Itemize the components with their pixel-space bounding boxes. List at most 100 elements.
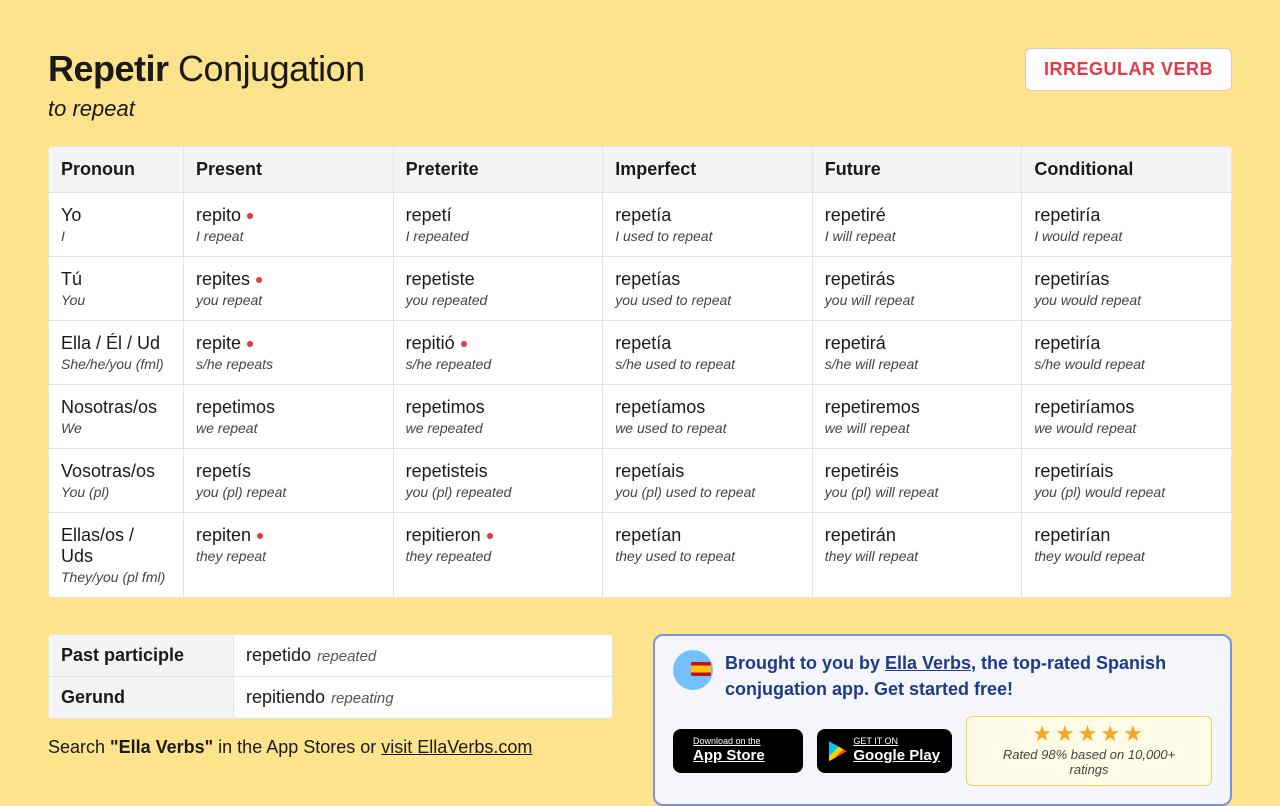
- googleplay-badge[interactable]: GET IT ON Google Play: [817, 729, 952, 773]
- promo-top: Brought to you by Ella Verbs, the top-ra…: [673, 650, 1212, 702]
- conjugation-en: you would repeat: [1034, 292, 1219, 308]
- conjugation-en: I would repeat: [1034, 228, 1219, 244]
- participles-table: Past participlerepetidorepeatedGerundrep…: [48, 634, 613, 719]
- conjugation-en: you (pl) repeated: [406, 484, 591, 500]
- conjugation-cell: repetiremos we will repeat: [812, 385, 1022, 449]
- conjugation-cell: repetías/he used to repeat: [603, 321, 813, 385]
- conjugation-es: repetirían: [1034, 525, 1219, 546]
- conjugation-es: repetiremos: [825, 397, 1010, 418]
- conjugation-es: repetiréis: [825, 461, 1010, 482]
- conjugation-en: s/he repeated: [406, 356, 591, 372]
- conjugation-en: you repeated: [406, 292, 591, 308]
- bottom-row: Past participlerepetidorepeatedGerundrep…: [48, 634, 1232, 806]
- conjugation-en: you will repeat: [825, 292, 1010, 308]
- pronoun-es: Ellas/os / Uds: [61, 525, 171, 567]
- ellaverbs-promo-link[interactable]: Ella Verbs: [885, 653, 971, 673]
- conjugation-en: they would repeat: [1034, 548, 1219, 564]
- conjugation-en: I will repeat: [825, 228, 1010, 244]
- conjugation-es: repetiste: [406, 269, 591, 290]
- column-header: Preterite: [393, 147, 603, 193]
- irregular-badge: IRREGULAR VERB: [1025, 48, 1232, 91]
- conjugation-cell: repetíI repeated: [393, 193, 603, 257]
- conjugation-es: repetiría: [1034, 333, 1219, 354]
- conjugation-cell: repetirás you will repeat: [812, 257, 1022, 321]
- verb-translation: to repeat: [48, 96, 365, 122]
- pronoun-cell: YoI: [49, 193, 184, 257]
- conjugation-es: repetíais: [615, 461, 800, 482]
- conjugation-cell: repetían they used to repeat: [603, 513, 813, 598]
- column-header: Present: [184, 147, 394, 193]
- table-row: Ellas/os / UdsThey/you (pl fml)repitenth…: [49, 513, 1232, 598]
- column-header: Pronoun: [49, 147, 184, 193]
- conjugation-table: PronounPresentPreteriteImperfectFutureCo…: [48, 146, 1232, 598]
- left-column: Past participlerepetidorepeatedGerundrep…: [48, 634, 613, 758]
- conjugation-es: repetíamos: [615, 397, 800, 418]
- column-header: Future: [812, 147, 1022, 193]
- promo-text: Brought to you by Ella Verbs, the top-ra…: [725, 650, 1212, 702]
- conjugation-es: repites: [196, 269, 381, 290]
- conjugation-cell: repitenthey repeat: [184, 513, 394, 598]
- verb-name: Repetir: [48, 48, 169, 89]
- conjugation-en: I repeated: [406, 228, 591, 244]
- play-big: Google Play: [853, 747, 940, 765]
- rating-text: Rated 98% based on 10,000+ ratings: [983, 747, 1195, 777]
- conjugation-en: s/he repeats: [196, 356, 381, 372]
- conjugation-cell: repetiríasyou would repeat: [1022, 257, 1232, 321]
- conjugation-en: s/he will repeat: [825, 356, 1010, 372]
- conjugation-es: repetía: [615, 205, 800, 226]
- promo-box: Brought to you by Ella Verbs, the top-ra…: [653, 634, 1232, 806]
- page-title: Repetir Conjugation: [48, 48, 365, 90]
- conjugation-es: repetiré: [825, 205, 1010, 226]
- search-middle: in the App Stores or: [213, 737, 381, 757]
- conjugation-cell: repetiríaisyou (pl) would repeat: [1022, 449, 1232, 513]
- conjugation-cell: repitesyou repeat: [184, 257, 394, 321]
- ellaverbs-link[interactable]: visit EllaVerbs.com: [381, 737, 532, 757]
- conjugation-en: we will repeat: [825, 420, 1010, 436]
- conjugation-es: repetiríamos: [1034, 397, 1219, 418]
- appstore-small: Download on the: [693, 737, 765, 747]
- conjugation-cell: repetimoswe repeated: [393, 385, 603, 449]
- conjugation-es: repitieron: [406, 525, 591, 546]
- conjugation-cell: repetirían they would repeat: [1022, 513, 1232, 598]
- pronoun-es: Yo: [61, 205, 171, 226]
- participle-label: Gerund: [49, 677, 234, 719]
- conjugation-es: repitió: [406, 333, 591, 354]
- pronoun-es: Ella / Él / Ud: [61, 333, 171, 354]
- conjugation-es: repetimos: [196, 397, 381, 418]
- participle-en: repeating: [331, 690, 394, 707]
- conjugation-en: s/he would repeat: [1034, 356, 1219, 372]
- conjugation-cell: repetiste you repeated: [393, 257, 603, 321]
- header: Repetir Conjugation to repeat IRREGULAR …: [48, 48, 1232, 122]
- search-line: Search "Ella Verbs" in the App Stores or…: [48, 737, 613, 758]
- conjugation-en: they used to repeat: [615, 548, 800, 564]
- appstore-badge[interactable]: Download on the App Store: [673, 729, 803, 773]
- conjugation-cell: repetimoswe repeat: [184, 385, 394, 449]
- promo-pre: Brought to you by: [725, 653, 885, 673]
- irregular-dot-icon: [461, 341, 467, 347]
- conjugation-es: repetía: [615, 333, 800, 354]
- conjugation-es: repetirá: [825, 333, 1010, 354]
- irregular-dot-icon: [247, 341, 253, 347]
- participle-row: Gerundrepitiendorepeating: [49, 677, 613, 719]
- conjugation-es: repetirás: [825, 269, 1010, 290]
- conjugation-es: repite: [196, 333, 381, 354]
- conjugation-en: they will repeat: [825, 548, 1010, 564]
- rating-box: ★★★★★ Rated 98% based on 10,000+ ratings: [966, 716, 1212, 786]
- conjugation-en: I repeat: [196, 228, 381, 244]
- conjugation-en: you (pl) repeat: [196, 484, 381, 500]
- conjugation-en: we repeated: [406, 420, 591, 436]
- table-row: Ella / Él / UdShe/he/you (fml)repites/he…: [49, 321, 1232, 385]
- conjugation-en: we used to repeat: [615, 420, 800, 436]
- column-header: Conditional: [1022, 147, 1232, 193]
- irregular-dot-icon: [256, 277, 262, 283]
- conjugation-cell: repetiría s/he would repeat: [1022, 321, 1232, 385]
- pronoun-cell: TúYou: [49, 257, 184, 321]
- participle-label: Past participle: [49, 635, 234, 677]
- conjugation-es: repetían: [615, 525, 800, 546]
- pronoun-es: Vosotras/os: [61, 461, 171, 482]
- participle-value: repetidorepeated: [234, 635, 613, 677]
- conjugation-cell: repitió s/he repeated: [393, 321, 603, 385]
- promo-bottom: Download on the App Store GET IT ON Goog…: [673, 716, 1212, 786]
- conjugation-en: they repeated: [406, 548, 591, 564]
- pronoun-en: You: [61, 292, 171, 308]
